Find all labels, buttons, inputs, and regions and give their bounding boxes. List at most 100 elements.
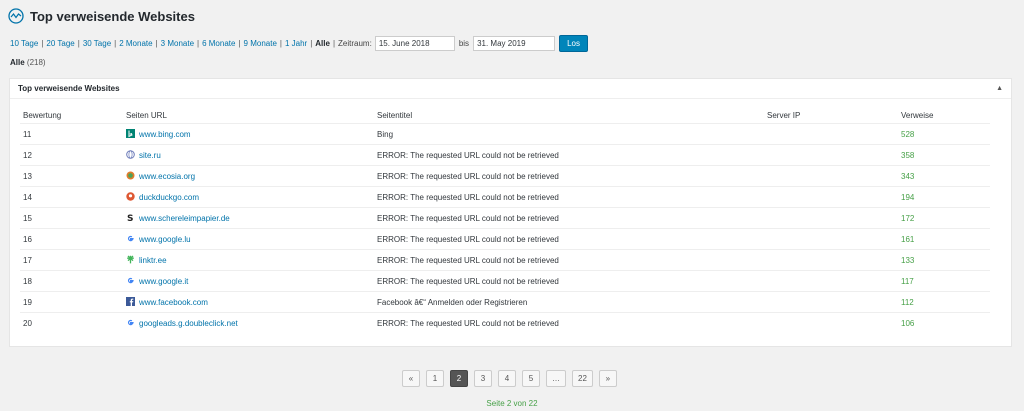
duckduckgo-icon [126,192,135,201]
url-link[interactable]: www.google.it [139,277,188,286]
range-all-active[interactable]: Alle [315,39,330,48]
table-row: 14 duckduckgo.com ERROR: The requested URL… [20,186,990,208]
rank-cell: 19 [20,291,123,313]
referrals-cell: 194 [898,186,990,208]
url-link[interactable]: www.schereleimpapier.de [139,214,230,223]
go-button[interactable]: Los [559,35,588,52]
page-5-button[interactable]: 5 [522,370,540,387]
referrals-cell: 172 [898,207,990,229]
page-2-button-current[interactable]: 2 [450,370,468,387]
url-cell: www.google.lu [123,228,374,250]
ip-cell [764,270,898,292]
table-row: 13 www.ecosia.org ERROR: The requested URL… [20,165,990,187]
referrals-cell: 106 [898,312,990,333]
url-link[interactable]: www.facebook.com [139,298,208,307]
linktree-icon [126,255,135,264]
page-title: Top verweisende Websites [30,8,195,24]
google-icon [126,318,135,327]
range-1-year[interactable]: 1 Jahr [285,39,307,48]
s-logo-icon: S [126,213,135,224]
ip-cell [764,207,898,229]
panel-header[interactable]: Top verweisende Websites ▲ [10,79,1011,99]
rank-cell: 12 [20,144,123,166]
table-row: 17 linktr.ee ERROR: The requested URL coul… [20,249,990,271]
range-30-days[interactable]: 30 Tage [83,39,111,48]
ip-cell [764,186,898,208]
page-3-button[interactable]: 3 [474,370,492,387]
table-header-row: Bewertung Seiten URL Seitentitel Server … [20,108,990,124]
referrals-cell: 528 [898,123,990,145]
url-cell: www.google.it [123,270,374,292]
rank-cell: 16 [20,228,123,250]
count-label: Alle [10,58,25,67]
to-label: bis [458,39,470,48]
range-10-days[interactable]: 10 Tage [10,39,38,48]
date-from-input[interactable] [374,36,455,51]
pagination: « 1 2 3 4 5 … 22 » [402,370,623,387]
header-rank: Bewertung [23,111,62,120]
referrals-cell: 358 [898,144,990,166]
table-row: 12 site.ru ERROR: The requested URL could … [20,144,990,166]
header-title: Seitentitel [377,111,413,120]
table-row: 19 www.facebook.com Facebook â€“ Anmelden … [20,291,990,313]
facebook-icon [126,297,135,306]
title-cell: ERROR: The requested URL could not be re… [374,165,764,187]
url-cell: googleads.g.doubleclick.net [123,312,374,333]
ip-cell [764,291,898,313]
count-value: (218) [26,58,46,67]
url-link[interactable]: googleads.g.doubleclick.net [139,319,238,328]
range-20-days[interactable]: 20 Tage [46,39,74,48]
url-cell: Swww.schereleimpapier.de [123,207,374,229]
url-link[interactable]: www.google.lu [139,235,191,244]
title-cell: ERROR: The requested URL could not be re… [374,144,764,166]
referrals-cell: 133 [898,249,990,271]
referrals-cell: 117 [898,270,990,292]
rank-cell: 17 [20,249,123,271]
table-row: 20 googleads.g.doubleclick.net ERROR: The … [20,312,990,333]
url-cell: www.facebook.com [123,291,374,313]
url-link[interactable]: www.ecosia.org [139,172,195,181]
title-cell: ERROR: The requested URL could not be re… [374,312,764,333]
table-row: 15 Swww.schereleimpapier.de ERROR: The req… [20,207,990,229]
url-cell: duckduckgo.com [123,186,374,208]
url-cell: www.bing.com [123,123,374,145]
rank-cell: 11 [20,123,123,145]
page-info: Seite 2 von 22 [486,399,538,408]
url-cell: www.ecosia.org [123,165,374,187]
range-3-months[interactable]: 3 Monate [161,39,194,48]
google-icon [126,276,135,285]
page-next-button[interactable]: » [598,370,617,387]
title-cell: ERROR: The requested URL could not be re… [374,186,764,208]
page-prev-button[interactable]: « [402,370,420,387]
url-link[interactable]: duckduckgo.com [139,193,199,202]
table-row: 16 www.google.lu ERROR: The requested URL … [20,228,990,250]
date-to-input[interactable] [473,36,556,51]
url-link[interactable]: linktr.ee [139,256,167,265]
rank-cell: 18 [20,270,123,292]
range-9-months[interactable]: 9 Monate [244,39,277,48]
url-link[interactable]: www.bing.com [139,130,191,139]
header-url: Seiten URL [126,111,167,120]
ip-cell [764,165,898,187]
page-1-button[interactable]: 1 [426,370,444,387]
referrals-cell: 112 [898,291,990,313]
panel-title: Top verweisende Websites [18,84,120,93]
range-2-months[interactable]: 2 Monate [119,39,152,48]
title-cell: ERROR: The requested URL could not be re… [374,270,764,292]
page-22-button[interactable]: 22 [572,370,593,387]
google-icon [126,234,135,243]
referrals-cell: 343 [898,165,990,187]
range-6-months[interactable]: 6 Monate [202,39,235,48]
title-cell: ERROR: The requested URL could not be re… [374,207,764,229]
url-link[interactable]: site.ru [139,151,161,160]
referrals-cell: 161 [898,228,990,250]
url-cell: linktr.ee [123,249,374,271]
collapse-toggle-icon[interactable]: ▲ [996,85,1003,92]
title-cell: ERROR: The requested URL could not be re… [374,228,764,250]
page-4-button[interactable]: 4 [498,370,516,387]
statistics-logo-icon [8,8,24,24]
ecosia-icon [126,171,135,180]
referrers-panel: Top verweisende Websites ▲ Bewertung Sei… [9,78,1012,347]
rank-cell: 15 [20,207,123,229]
ip-cell [764,312,898,333]
